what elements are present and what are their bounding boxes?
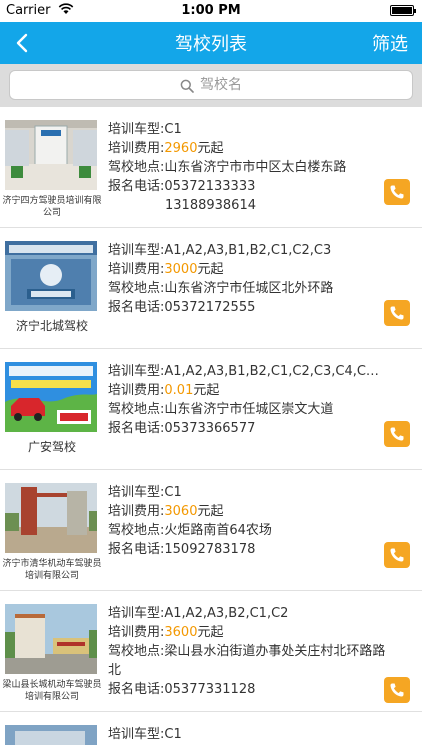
phone-label: 报名电话: [108, 542, 165, 557]
fee-value: 0.01 [164, 383, 194, 398]
car-type-value: C1 [164, 485, 182, 500]
school-list: 济宁四方驾驶员培训有限公司 培训车型:C1 培训费用:2960元起 驾校地点:山… [0, 107, 422, 745]
school-name: 广安驾校 [27, 440, 76, 454]
location-label: 驾校地点: [108, 523, 165, 538]
list-item[interactable]: 济宁四方驾驶员培训有限公司 培训车型:C1 培训费用:2960元起 驾校地点:山… [0, 107, 422, 228]
car-type-value: A1,A2,A3,B1,B2,C1,C2,C3,C4,C… [164, 364, 379, 379]
fee-label: 培训费用: [108, 625, 165, 640]
phone-value: 05372133333 [164, 179, 256, 194]
call-button[interactable] [384, 179, 410, 205]
phone-icon [390, 548, 404, 562]
phone-label: 报名电话: [108, 682, 165, 697]
battery-icon [390, 5, 416, 16]
car-type-value: C1 [164, 727, 182, 742]
fee-value: 3000 [164, 262, 198, 277]
fee-suffix: 元起 [197, 625, 224, 640]
list-item[interactable]: 培训车型:C1 [0, 712, 422, 745]
location-value: 山东省济宁市市中区太白楼东路 [164, 160, 347, 175]
phone-value: 05377331128 [164, 682, 256, 697]
location-label: 驾校地点: [108, 281, 165, 296]
school-info: 培训车型:A1,A2,A3,B1,B2,C1,C2,C3,C4,C… 培训费用:… [108, 362, 388, 438]
fee-value: 2960 [164, 141, 198, 156]
school-photo [5, 120, 97, 190]
school-info: 培训车型:C1 培训费用:2960元起 驾校地点:山东省济宁市市中区太白楼东路 … [108, 120, 388, 215]
phone-label: 报名电话: [108, 421, 165, 436]
phone-icon [390, 683, 404, 697]
phone-label: 报名电话: [108, 179, 165, 194]
car-type-label: 培训车型: [108, 364, 165, 379]
school-info: 培训车型:A1,A2,A3,B2,C1,C2 培训费用:3600元起 驾校地点:… [108, 604, 388, 699]
school-name: 济宁四方驾驶员培训有限公司 [2, 196, 102, 218]
page-title: 驾校列表 [175, 34, 247, 55]
car-type-label: 培训车型: [108, 727, 165, 742]
call-button[interactable] [384, 542, 410, 568]
school-info: 培训车型:A1,A2,A3,B1,B2,C1,C2,C3 培训费用:3000元起… [108, 241, 388, 317]
fee-value: 3060 [164, 504, 198, 519]
phone-value: 15092783178 [164, 542, 256, 557]
school-photo [5, 241, 97, 311]
fee-value: 3600 [164, 625, 198, 640]
fee-suffix: 元起 [193, 383, 220, 398]
fee-suffix: 元起 [197, 141, 224, 156]
location-value: 山东省济宁市任城区北外环路 [164, 281, 334, 296]
search-bar [0, 64, 422, 107]
car-type-value: A1,A2,A3,B1,B2,C1,C2,C3 [164, 243, 332, 258]
school-name: 济宁市清华机动车驾驶员培训有限公司 [2, 559, 102, 581]
phone-value: 05373366577 [164, 421, 256, 436]
car-type-value: C1 [164, 122, 182, 137]
navigation-bar: 驾校列表 筛选 [0, 22, 422, 64]
phone-label: 报名电话: [108, 300, 165, 315]
list-item[interactable]: 广安驾校 培训车型:A1,A2,A3,B1,B2,C1,C2,C3,C4,C… … [0, 349, 422, 470]
school-photo [5, 483, 97, 553]
list-item[interactable]: 济宁市清华机动车驾驶员培训有限公司 培训车型:C1 培训费用:3060元起 驾校… [0, 470, 422, 591]
phone-value-2: 13188938614 [165, 198, 256, 213]
school-photo [5, 604, 97, 674]
school-name: 梁山县长城机动车驾驶员培训有限公司 [2, 680, 102, 702]
car-type-label: 培训车型: [108, 606, 165, 621]
status-bar: Carrier 1:00 PM [0, 0, 422, 22]
list-item[interactable]: 济宁北城驾校 培训车型:A1,A2,A3,B1,B2,C1,C2,C3 培训费用… [0, 228, 422, 349]
filter-button[interactable]: 筛选 [372, 30, 408, 56]
car-type-label: 培训车型: [108, 122, 165, 137]
call-button[interactable] [384, 677, 410, 703]
school-photo [5, 362, 97, 432]
car-type-value: A1,A2,A3,B2,C1,C2 [164, 606, 289, 621]
location-label: 驾校地点: [108, 644, 165, 659]
car-type-label: 培训车型: [108, 485, 165, 500]
location-value: 火炬路南首64农场 [164, 523, 272, 538]
list-item[interactable]: 梁山县长城机动车驾驶员培训有限公司 培训车型:A1,A2,A3,B2,C1,C2… [0, 591, 422, 712]
phone-value: 05372172555 [164, 300, 256, 315]
fee-suffix: 元起 [197, 262, 224, 277]
phone-icon [390, 185, 404, 199]
phone-icon [390, 306, 404, 320]
phone-icon [390, 427, 404, 441]
school-name: 济宁北城驾校 [15, 319, 88, 333]
fee-label: 培训费用: [108, 262, 165, 277]
fee-label: 培训费用: [108, 383, 165, 398]
car-type-label: 培训车型: [108, 243, 165, 258]
location-value: 山东省济宁市任城区崇文大道 [164, 402, 334, 417]
search-field[interactable] [9, 70, 413, 100]
search-input[interactable] [200, 74, 380, 96]
fee-label: 培训费用: [108, 141, 165, 156]
school-photo [5, 725, 97, 745]
status-time: 1:00 PM [181, 3, 241, 18]
call-button[interactable] [384, 421, 410, 447]
school-info: 培训车型:C1 [108, 725, 388, 744]
fee-suffix: 元起 [197, 504, 224, 519]
location-label: 驾校地点: [108, 402, 165, 417]
call-button[interactable] [384, 300, 410, 326]
location-label: 驾校地点: [108, 160, 165, 175]
fee-label: 培训费用: [108, 504, 165, 519]
search-icon [180, 79, 194, 93]
school-info: 培训车型:C1 培训费用:3060元起 驾校地点:火炬路南首64农场 报名电话:… [108, 483, 388, 559]
